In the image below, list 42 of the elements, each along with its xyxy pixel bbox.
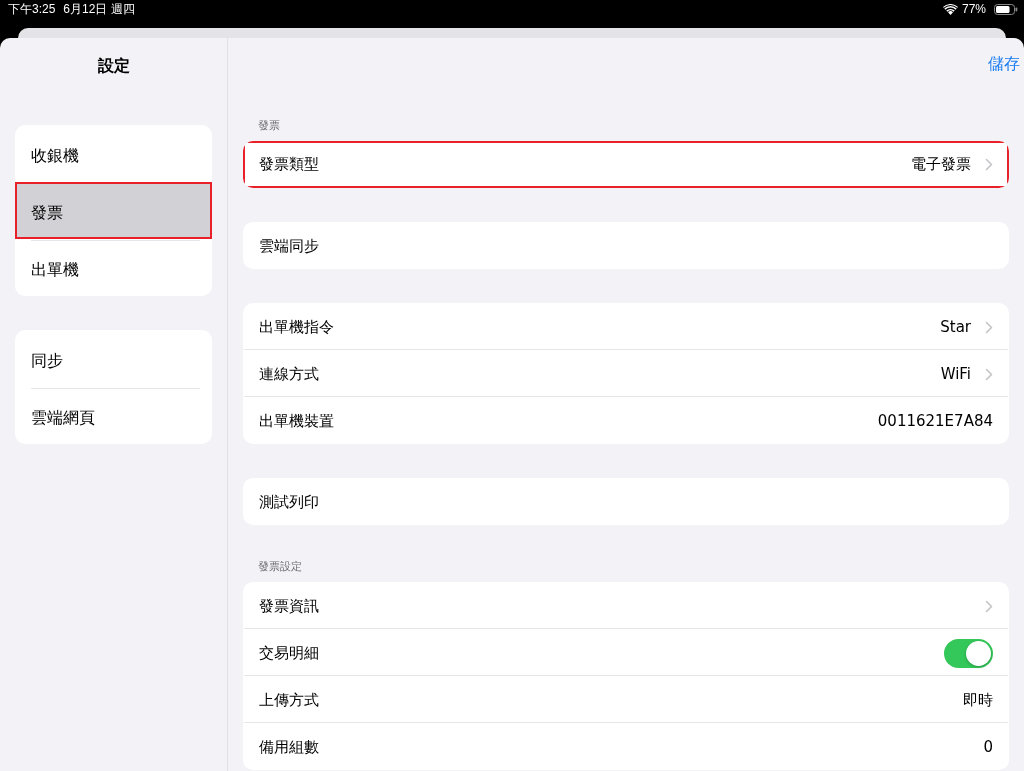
row-value: 0011621E7A84 [877,412,993,430]
row-label: 發票類型 [259,155,319,174]
toggle-switch[interactable] [944,638,993,668]
row-label: 出單機裝置 [259,411,334,431]
row-label: 備用組數 [259,737,319,757]
section-header: 發票 [257,118,281,134]
settings-row[interactable]: 交易明細 [243,629,1009,676]
chevron-icon [985,158,993,171]
status-date: 6月12日 週四 [63,0,135,18]
save-button[interactable]: 儲存 [988,53,1020,75]
sidebar-item[interactable]: 出單機 [15,239,212,296]
sidebar-item[interactable]: 收銀機 [15,125,212,182]
sidebar-item[interactable]: 發票 [15,182,212,239]
settings-row[interactable]: 出單機指令 Star [243,303,1009,350]
row-label: 連線方式 [259,364,319,384]
row-label: 上傳方式 [259,690,319,710]
battery-icon [994,3,1018,15]
row-label: 測試列印 [259,492,319,512]
row-value: 即時 [963,690,993,710]
sidebar-title: 設定 [96,55,131,77]
section-header: 發票設定 [257,559,303,575]
sidebar-item[interactable]: 雲端網頁 [15,387,212,444]
settings-row[interactable]: 發票資訊 [243,582,1009,629]
status-time: 下午3:25 [8,0,56,18]
row-value: 0 [983,738,993,756]
row-label: 發票資訊 [259,596,319,616]
row-label: 雲端同步 [259,236,319,256]
row-label: 出單機指令 [259,317,334,337]
row-value: WiFi [940,365,971,383]
row-label: 交易明細 [259,643,319,663]
sidebar-item[interactable]: 同步 [15,330,212,387]
chevron-icon [985,599,993,613]
settings-row[interactable]: 測試列印 [243,478,1009,525]
battery-percent: 77% [961,2,986,16]
row-value: Star [940,318,971,336]
chevron-icon [985,367,993,381]
settings-row[interactable]: 雲端同步 [243,222,1009,269]
settings-row[interactable]: 連線方式 WiFi [243,350,1009,397]
chevron-icon [985,320,993,334]
row-value: 電子發票 [911,155,971,174]
settings-row[interactable]: 發票類型 電子發票 [243,141,1009,188]
wifi-icon [942,3,958,15]
